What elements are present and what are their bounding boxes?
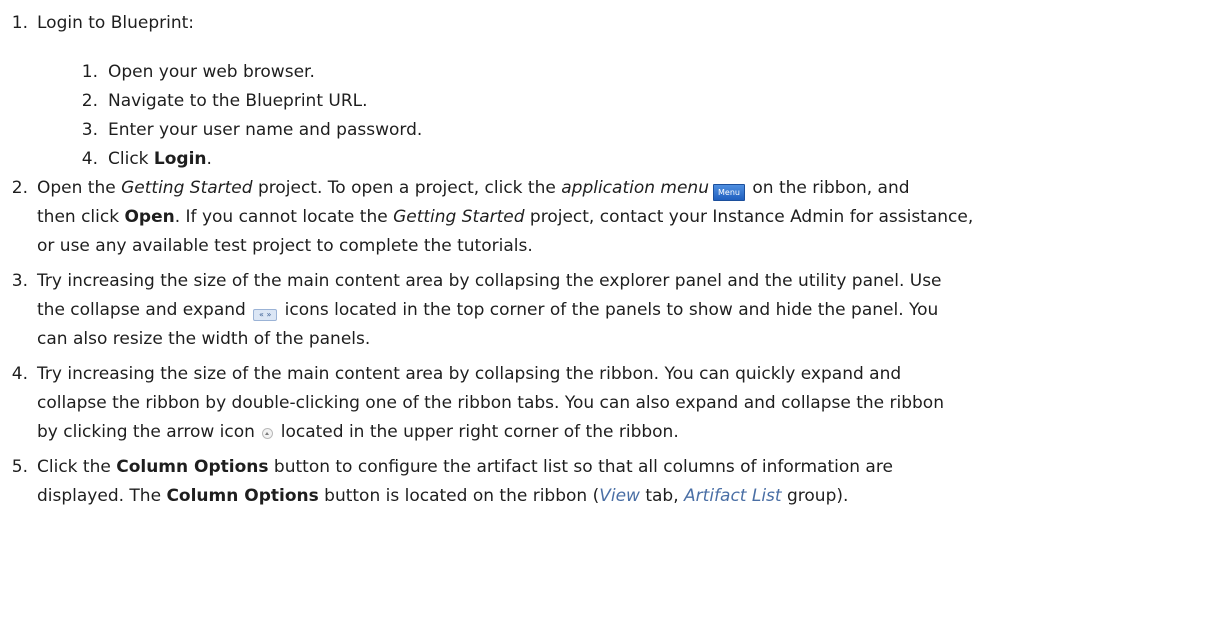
step-text-line: then click Open. If you cannot locate th…: [37, 207, 974, 227]
instructions-document: 1. Login to Blueprint: 1. Open your web …: [0, 0, 1228, 623]
substep-text: Navigate to the Blueprint URL.: [108, 91, 368, 111]
step-text-line: Click the Column Options button to confi…: [37, 457, 893, 477]
step-text-line: can also resize the width of the panels.: [37, 329, 371, 349]
substep-number: 3.: [81, 120, 98, 140]
login-label: Login: [153, 149, 207, 169]
step-text-line: the collapse and expand « » icons locate…: [37, 300, 939, 321]
substep-text: Click Login.: [108, 149, 212, 169]
menu-icon: Menu: [712, 184, 745, 201]
view-tab-label: View: [599, 486, 640, 506]
column-options-label: Column Options: [116, 457, 269, 477]
step-text: Login to Blueprint:: [37, 13, 195, 33]
substep-text: Enter your user name and password.: [108, 120, 423, 140]
substep-number: 4.: [81, 149, 98, 169]
step-text-line: collapse the ribbon by double-clicking o…: [37, 393, 944, 413]
substep-text: Open your web browser.: [108, 62, 315, 82]
step-number: 2.: [11, 178, 28, 198]
step-text-line: Try increasing the size of the main cont…: [37, 271, 942, 291]
step-number: 3.: [11, 271, 28, 291]
column-options-label: Column Options: [166, 486, 319, 506]
step-text-line: Open the Getting Started project. To ope…: [37, 177, 910, 201]
arrow-up-icon: [262, 428, 274, 439]
artifact-list-label: Artifact List: [684, 486, 782, 506]
step-number: 5.: [11, 457, 28, 477]
step-number: 1.: [11, 13, 28, 33]
substep-number: 2.: [81, 91, 98, 111]
step-text-line: by clicking the arrow icon located in th…: [37, 422, 679, 442]
step-number: 4.: [11, 364, 28, 384]
step-text-line: Try increasing the size of the main cont…: [37, 364, 902, 384]
open-label: Open: [124, 207, 175, 227]
collapse-expand-icon: « »: [253, 309, 278, 321]
substep-number: 1.: [81, 62, 98, 82]
step-text-line: displayed. The Column Options button is …: [37, 486, 849, 506]
step-text-line: or use any available test project to com…: [37, 236, 533, 256]
